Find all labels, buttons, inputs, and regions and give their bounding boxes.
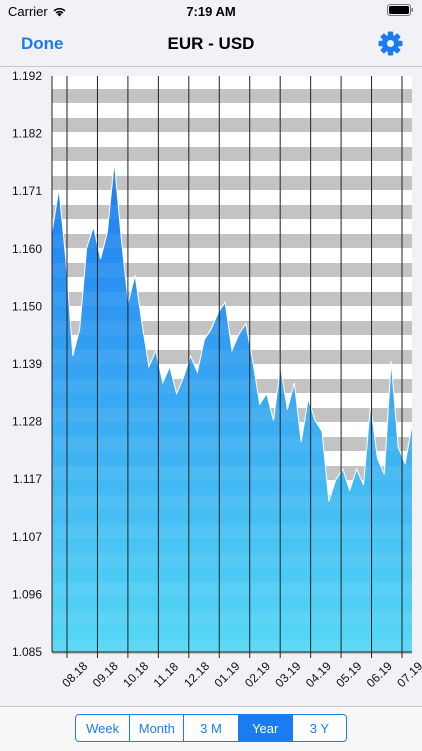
exchange-rate-chart[interactable]: 1.192 1.182 1.171 1.160 1.150 1.139 1.128 1.117… — [0, 66, 422, 706]
segment-3m[interactable]: 3 M — [183, 715, 238, 741]
y-tick-label: 1.182 — [12, 127, 42, 141]
x-tick-label: 08.18 — [59, 659, 90, 690]
y-tick-label: 1.160 — [12, 242, 42, 256]
area-band — [52, 263, 412, 277]
gear-icon[interactable] — [378, 31, 403, 56]
area-band — [52, 495, 412, 509]
area-band — [52, 205, 412, 219]
area-band — [52, 379, 412, 393]
status-bar: Carrier 7:19 AM — [0, 0, 422, 22]
area-band — [52, 292, 412, 306]
area-band — [52, 524, 412, 538]
area-band — [52, 408, 412, 422]
area-band — [52, 234, 412, 248]
x-tick-label: 10.18 — [120, 659, 151, 690]
x-tick-label: 04.19 — [303, 659, 334, 690]
y-tick-label: 1.192 — [12, 69, 42, 83]
y-tick-label: 1.139 — [12, 357, 42, 371]
segment-month[interactable]: Month — [129, 715, 184, 741]
y-tick-label: 1.171 — [12, 184, 42, 198]
area-band — [52, 582, 412, 596]
area-band — [52, 118, 412, 132]
x-tick-label: 07.19 — [394, 659, 422, 690]
x-tick-label: 02.19 — [242, 659, 273, 690]
navigation-bar: Done EUR - USD — [0, 22, 422, 67]
area-band — [52, 89, 412, 103]
status-time: 7:19 AM — [186, 4, 236, 19]
x-tick-label: 09.18 — [90, 659, 121, 690]
area-band — [52, 466, 412, 480]
area-band — [52, 350, 412, 364]
area-band — [52, 176, 412, 190]
area-band — [52, 611, 412, 625]
x-tick-label: 06.19 — [364, 659, 395, 690]
range-toolbar: Week Month 3 M Year 3 Y — [0, 706, 422, 751]
x-tick-label: 03.19 — [272, 659, 303, 690]
segment-year[interactable]: Year — [237, 715, 292, 741]
area-band — [52, 553, 412, 567]
segment-3y[interactable]: 3 Y — [291, 715, 346, 741]
y-tick-label: 1.117 — [13, 472, 42, 486]
y-tick-label: 1.107 — [12, 530, 42, 544]
area-band — [52, 147, 412, 161]
x-tick-label: 05.19 — [333, 659, 364, 690]
y-tick-label: 1.150 — [12, 299, 42, 313]
x-tick-label: 12.18 — [181, 659, 212, 690]
range-segmented-control: Week Month 3 M Year 3 Y — [75, 714, 347, 742]
area-band — [52, 321, 412, 335]
page-title: EUR - USD — [167, 34, 255, 53]
battery-icon — [387, 4, 414, 19]
y-tick-label: 1.096 — [12, 587, 42, 601]
segment-week[interactable]: Week — [76, 715, 130, 741]
x-tick-label: 11.18 — [151, 659, 182, 690]
x-tick-label: 01.19 — [211, 659, 242, 690]
y-tick-label: 1.085 — [12, 645, 42, 659]
y-tick-label: 1.128 — [12, 415, 42, 429]
area-band — [52, 437, 412, 451]
